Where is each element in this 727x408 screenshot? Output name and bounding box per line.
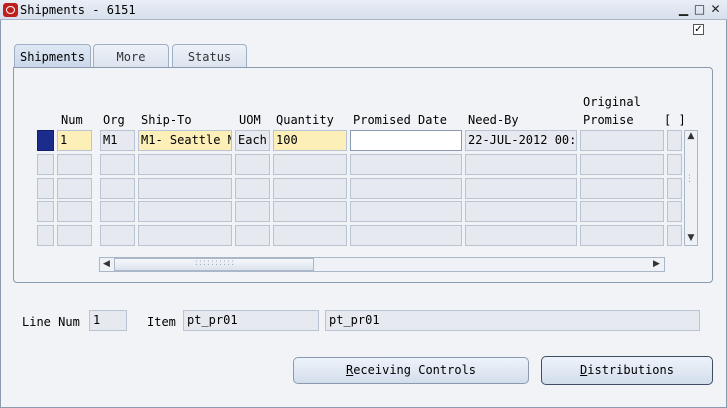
cell-promised-date[interactable] <box>350 154 462 175</box>
scroll-right-icon[interactable]: ▶ <box>650 258 663 271</box>
tab-more[interactable]: More <box>93 44 169 68</box>
cell-original-promise[interactable] <box>580 130 664 151</box>
folder-icon[interactable]: [ ] <box>664 113 686 127</box>
row-indicator[interactable] <box>37 178 54 199</box>
tab-status[interactable]: Status <box>172 44 247 68</box>
cell-uom[interactable]: Each <box>235 130 270 151</box>
column-header-original: Original <box>583 95 641 109</box>
cell-promised-date[interactable] <box>350 178 462 199</box>
line-num-label: Line Num <box>22 315 80 329</box>
close-icon[interactable]: ✕ <box>709 3 722 16</box>
cell-num[interactable] <box>57 201 92 222</box>
cell-promised-date[interactable] <box>350 130 462 151</box>
cell-flag[interactable] <box>667 154 682 175</box>
cell-org[interactable] <box>100 178 135 199</box>
row-indicator[interactable] <box>37 225 54 246</box>
cell-org[interactable] <box>100 225 135 246</box>
cell-flag[interactable] <box>667 130 682 151</box>
item-label: Item <box>147 315 176 329</box>
minimize-icon[interactable]: ▁ <box>677 3 690 16</box>
cell-need-by[interactable] <box>465 154 577 175</box>
cell-original-promise[interactable] <box>580 178 664 199</box>
window-title: Shipments - 6151 <box>20 3 136 17</box>
cell-promised-date[interactable] <box>350 225 462 246</box>
cell-ship-to[interactable] <box>138 201 232 222</box>
cell-quantity[interactable] <box>273 201 347 222</box>
cell-flag[interactable] <box>667 178 682 199</box>
column-header-quantity: Quantity <box>276 113 334 127</box>
cell-promised-date[interactable] <box>350 201 462 222</box>
column-header-num: Num <box>61 113 83 127</box>
cell-flag[interactable] <box>667 201 682 222</box>
cell-ship-to[interactable]: M1- Seattle M <box>138 130 232 151</box>
cell-need-by[interactable] <box>465 178 577 199</box>
oracle-app-icon <box>3 3 18 17</box>
cell-num[interactable] <box>57 178 92 199</box>
cell-num[interactable] <box>57 225 92 246</box>
column-header-need-by: Need-By <box>468 113 519 127</box>
scroll-down-icon[interactable]: ▼ <box>685 233 697 245</box>
scroll-grip-icon[interactable]: ⋮⋮ <box>685 175 702 196</box>
column-header-ship-to: Ship-To <box>141 113 192 127</box>
cell-ship-to[interactable] <box>138 178 232 199</box>
cell-quantity[interactable]: 100 <box>273 130 347 151</box>
scroll-up-icon[interactable]: ▲ <box>685 131 697 143</box>
cell-quantity[interactable] <box>273 225 347 246</box>
maximize-icon[interactable]: □ <box>693 3 706 16</box>
cell-ship-to[interactable] <box>138 154 232 175</box>
distributions-button[interactable]: Distributions <box>541 356 713 385</box>
cell-uom[interactable] <box>235 154 270 175</box>
line-num-field[interactable]: 1 <box>89 310 127 331</box>
receiving-controls-button[interactable]: Receiving Controls <box>293 357 529 384</box>
cell-quantity[interactable] <box>273 154 347 175</box>
cell-num[interactable]: 1 <box>57 130 92 151</box>
cell-original-promise[interactable] <box>580 154 664 175</box>
cell-original-promise[interactable] <box>580 201 664 222</box>
cell-num[interactable] <box>57 154 92 175</box>
hscroll-grip-icon[interactable]: :::::::::: <box>180 258 250 271</box>
item-field[interactable]: pt_pr01 <box>183 310 319 331</box>
cell-need-by[interactable]: 22-JUL-2012 00:0 <box>465 130 577 151</box>
cell-quantity[interactable] <box>273 178 347 199</box>
scroll-left-icon[interactable]: ◀ <box>100 258 113 271</box>
column-header-promised-date: Promised Date <box>353 113 447 127</box>
column-header-uom: UOM <box>239 113 261 127</box>
column-header-promise: Promise <box>583 113 634 127</box>
cell-org[interactable]: M1 <box>100 130 135 151</box>
item-description-field[interactable]: pt_pr01 <box>325 310 700 331</box>
cell-uom[interactable] <box>235 225 270 246</box>
cell-uom[interactable] <box>235 178 270 199</box>
cell-need-by[interactable] <box>465 201 577 222</box>
cell-uom[interactable] <box>235 201 270 222</box>
window-checkbox[interactable]: ✓ <box>693 24 704 35</box>
row-indicator[interactable] <box>37 154 54 175</box>
column-header-org: Org <box>103 113 125 127</box>
tab-shipments[interactable]: Shipments <box>14 44 91 69</box>
row-indicator[interactable] <box>37 201 54 222</box>
cell-org[interactable] <box>100 154 135 175</box>
cell-need-by[interactable] <box>465 225 577 246</box>
cell-flag[interactable] <box>667 225 682 246</box>
cell-org[interactable] <box>100 201 135 222</box>
row-indicator-active[interactable] <box>37 130 54 151</box>
cell-original-promise[interactable] <box>580 225 664 246</box>
cell-ship-to[interactable] <box>138 225 232 246</box>
